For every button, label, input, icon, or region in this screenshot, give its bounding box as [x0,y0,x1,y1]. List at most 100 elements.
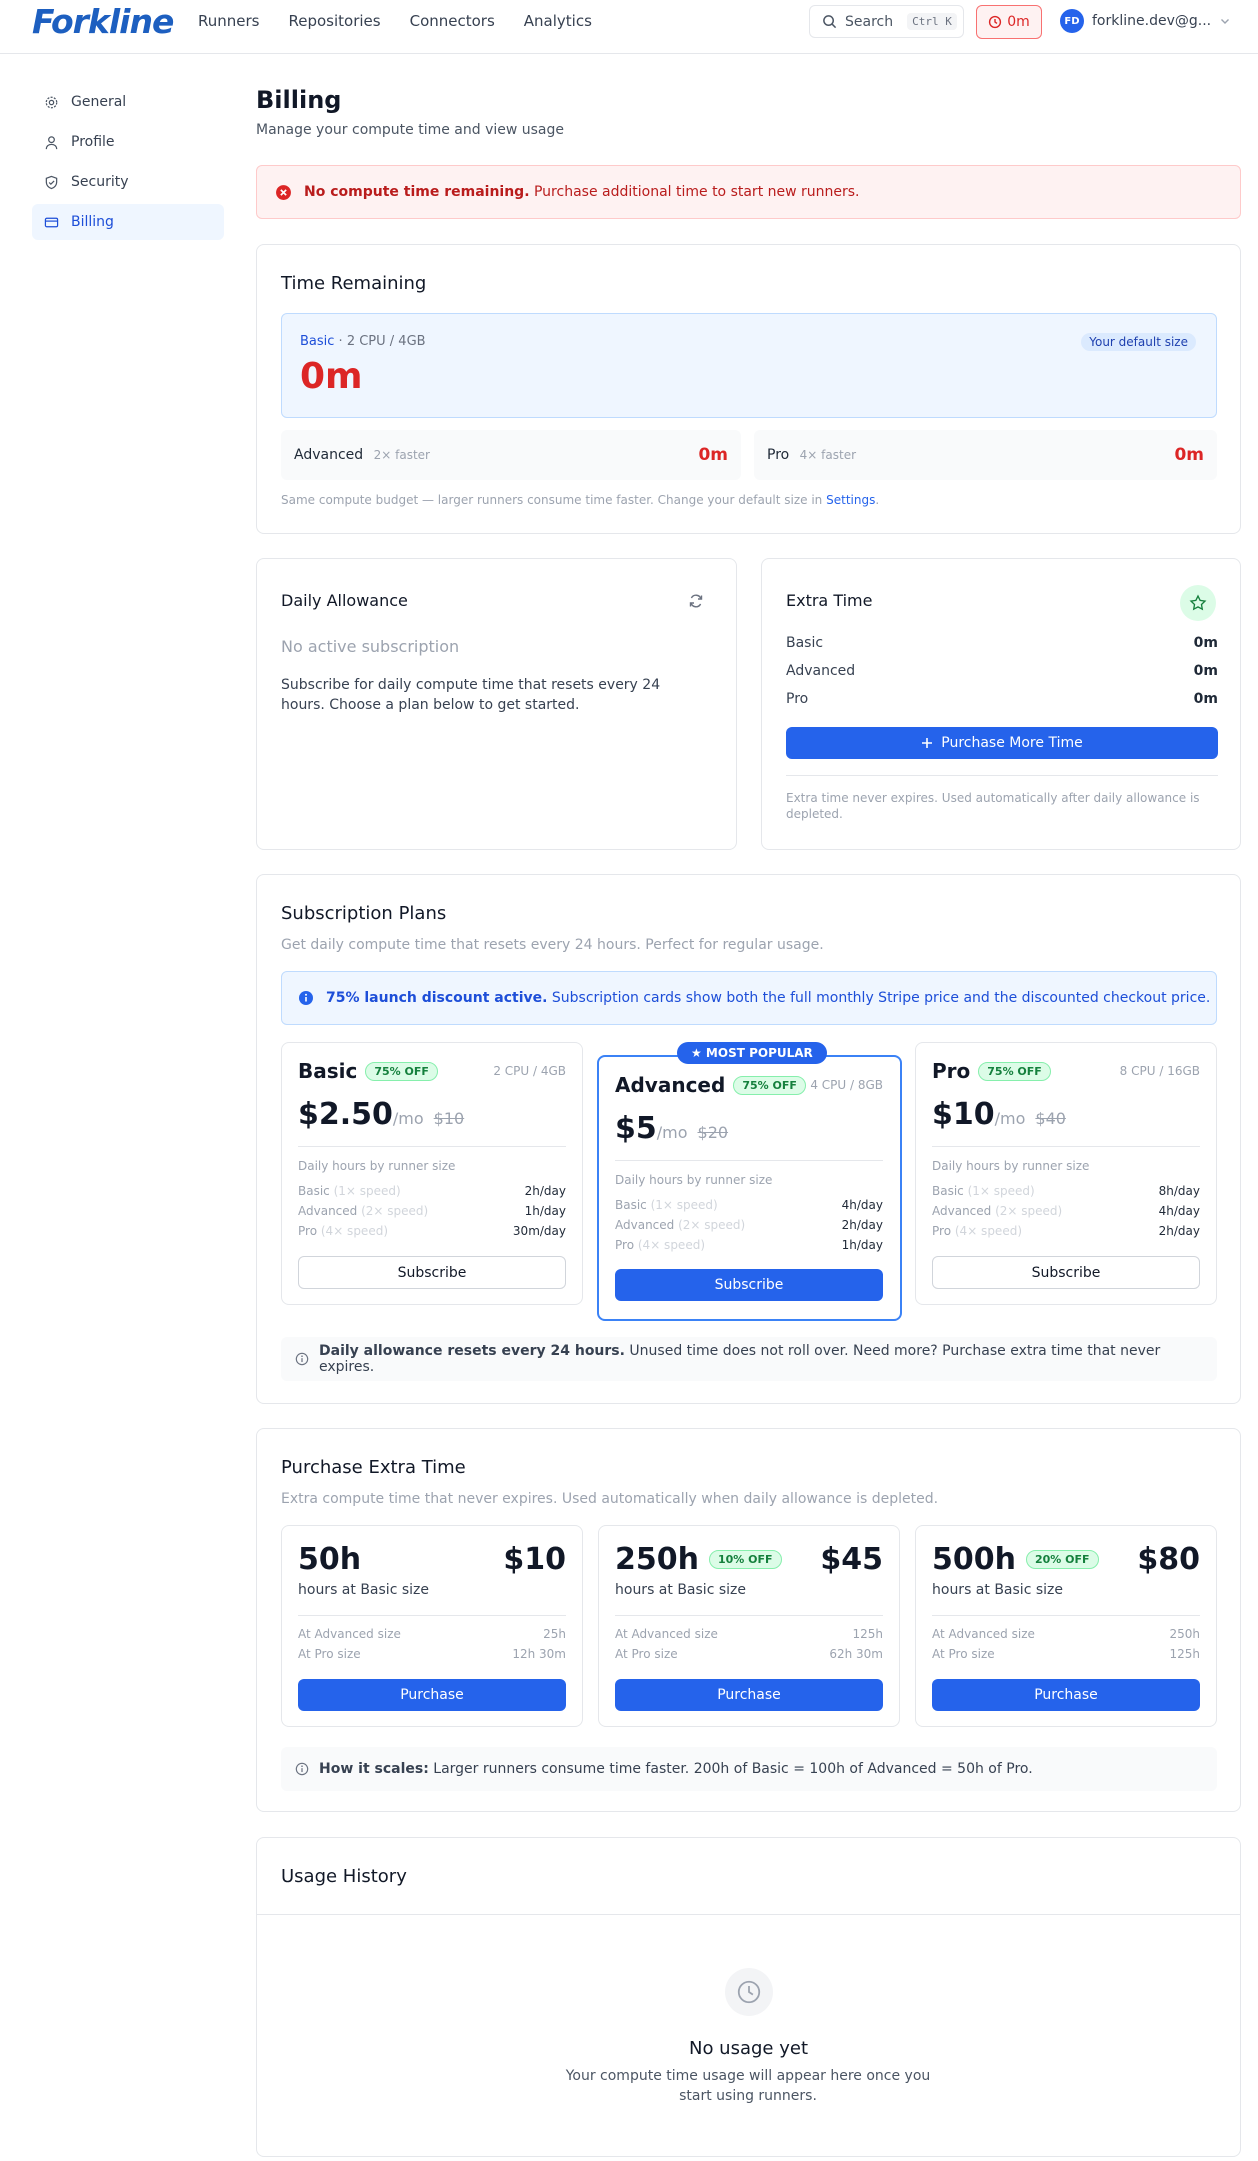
page-subtitle: Manage your compute time and view usage [256,122,565,138]
daily-status: No active subscription [281,637,460,656]
hours-row-value: 2h/day [841,1218,883,1232]
subscribe-basic-button[interactable]: Subscribe [298,1256,566,1289]
nav-analytics[interactable]: Analytics [524,12,592,30]
plan-old-price: $20 [697,1123,729,1142]
nav-repositories[interactable]: Repositories [288,12,380,30]
note-end: . [875,493,880,507]
purchase-extra-time-subtitle: Extra compute time that never expires. U… [281,1491,939,1507]
time-remaining-note: Same compute budget — larger runners con… [281,493,879,507]
hours-row-value: 8h/day [1158,1184,1200,1198]
subscribe-pro-button[interactable]: Subscribe [932,1256,1200,1289]
hours-row-label: Basic [615,1198,647,1212]
daily-description: Subscribe for daily compute time that re… [281,677,661,713]
pack-row-value: 12h 30m [512,1647,566,1661]
sidebar-item-profile[interactable]: Profile [32,124,224,160]
search-label: Search [845,13,894,30]
sidebar-item-security[interactable]: Security [32,164,224,200]
alert-text: Purchase additional time to start new ru… [529,184,860,200]
plan-card-advanced: ★ MOST POPULAR Advanced 75% OFF 4 CPU / 8… [597,1042,902,1321]
nav-runners[interactable]: Runners [198,12,259,30]
credit-card-icon [44,215,59,230]
discount-badge: 75% OFF [365,1061,438,1081]
empty-state-title: No usage yet [688,2038,809,2059]
pack-description: hours at Basic size [298,1582,429,1598]
sidebar-item-label: Billing [71,214,114,230]
time-remaining-badge[interactable]: 0m [976,5,1042,39]
basic-size-spec: · 2 CPU / 4GB [334,334,426,349]
avatar: FD [1060,9,1084,33]
search-icon [822,14,837,29]
info-circle-icon [295,1762,309,1776]
sidebar-item-general[interactable]: General [32,84,224,120]
pack-hours: 50h [298,1542,362,1577]
hours-row-speed: (1× speed) [967,1184,1035,1198]
star-icon [1180,585,1216,621]
hours-row-value: 30m/day [512,1224,566,1238]
empty-state-text: Your compute time usage will appear here… [565,2068,931,2104]
divider [615,1160,883,1161]
plan-hours: Basic (1× speed) 2h/day Advanced (2× spee… [298,1181,566,1241]
info-icon [298,990,314,1006]
plan-period: /mo [994,1109,1026,1128]
nav-connectors[interactable]: Connectors [410,12,495,30]
settings-sidebar: General Profile Security Billing [32,84,224,244]
app-logo[interactable]: Forkline [32,2,174,41]
divider [615,1615,883,1616]
clock-icon [725,1968,773,2016]
extra-row-advanced: Advanced 0m [786,663,1218,679]
time-badge-value: 0m [1007,14,1030,30]
user-email: forkline.dev@g... [1092,13,1212,29]
purchase-extra-time-card: Purchase Extra Time Extra compute time t… [256,1428,1241,1812]
sidebar-item-label: Security [71,174,129,190]
divider [257,1914,1240,1915]
subscription-plans-title: Subscription Plans [281,903,447,924]
pack-row-label: At Advanced size [298,1627,401,1641]
purchase-500h-button[interactable]: Purchase [932,1679,1200,1711]
plan-period: /mo [392,1109,424,1128]
pack-row-value: 125h [852,1627,883,1641]
plan-card-pro: Pro 75% OFF 8 CPU / 16GB $10 /mo $40 Dail… [915,1042,1217,1305]
hours-row-speed: (2× speed) [361,1204,429,1218]
purchase-50h-button[interactable]: Purchase [298,1679,566,1711]
hours-row-value: 4h/day [841,1198,883,1212]
extra-row-basic: Basic 0m [786,635,1218,651]
info-bold: Daily allowance resets every 24 hours. [319,1343,625,1359]
pack-price: $10 [503,1542,566,1577]
purchase-250h-button[interactable]: Purchase [615,1679,883,1711]
pack-description: hours at Basic size [932,1582,1063,1598]
advanced-time-value: 0m [698,445,728,465]
basic-time-panel: Basic · 2 CPU / 4GB Your default size 0m [281,313,1217,418]
purchase-more-time-button[interactable]: Purchase More Time [786,727,1218,759]
pro-size-name: Pro [767,447,790,463]
pack-row-label: At Pro size [932,1647,995,1661]
settings-link[interactable]: Settings [826,493,875,507]
plan-spec: 2 CPU / 4GB [493,1064,566,1078]
sidebar-item-billing[interactable]: Billing [32,204,224,240]
sidebar-item-label: General [71,94,127,110]
time-remaining-card: Time Remaining Basic · 2 CPU / 4GB Your … [256,244,1241,534]
extra-time-card: Extra Time Basic 0m Advanced 0m Pro 0m Purc… [761,558,1241,850]
basic-time-value: 0m [300,356,363,397]
hours-row-value: 1h/day [841,1238,883,1252]
extra-time-title: Extra Time [786,591,873,610]
pack-hours: 250h [615,1542,699,1577]
extra-value: 0m [1193,635,1218,651]
subscribe-advanced-button[interactable]: Subscribe [615,1269,883,1301]
pack-description: hours at Basic size [615,1582,746,1598]
pack-row-label: At Advanced size [615,1627,718,1641]
hours-row-value: 2h/day [1158,1224,1200,1238]
usage-history-card: Usage History No usage yet Your compute … [256,1837,1241,2157]
search-button[interactable]: Search Ctrl K [809,5,964,38]
hours-row-label: Pro [932,1224,952,1238]
extra-value: 0m [1193,663,1218,679]
plan-name: Pro [932,1059,971,1083]
hours-row-speed: (1× speed) [333,1184,401,1198]
time-remaining-title: Time Remaining [281,273,427,294]
divider [932,1615,1200,1616]
refresh-icon[interactable] [688,593,704,609]
user-menu[interactable]: FD forkline.dev@g... [1060,8,1231,34]
pack-price: $80 [1137,1542,1200,1577]
pack-row-label: At Pro size [298,1647,361,1661]
clock-icon [988,15,1002,29]
discount-badge: 75% OFF [978,1061,1051,1081]
